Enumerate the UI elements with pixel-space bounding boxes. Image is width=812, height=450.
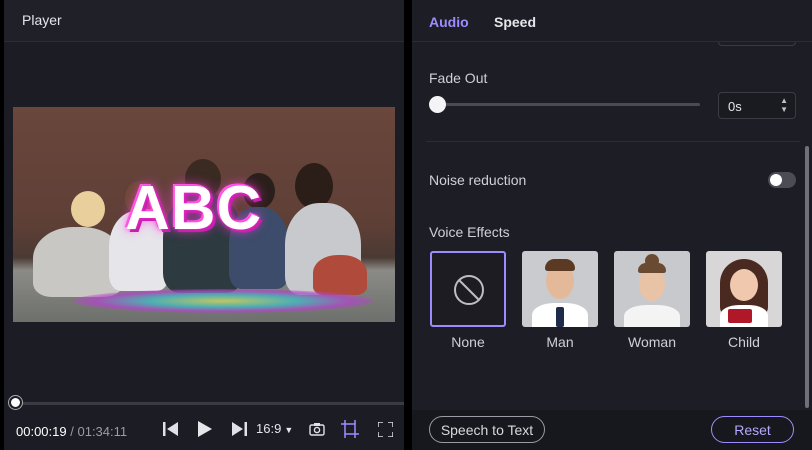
- aspect-ratio-value: 16:9: [256, 421, 282, 436]
- crop-button[interactable]: [340, 418, 360, 440]
- panel-scrollbar[interactable]: [805, 146, 809, 408]
- player-header: Player: [4, 0, 404, 42]
- previous-frame-button[interactable]: [162, 418, 180, 440]
- fullscreen-icon: [377, 421, 393, 437]
- voice-effect-woman[interactable]: [614, 251, 690, 327]
- noise-reduction-label: Noise reduction: [429, 172, 527, 188]
- next-frame-button[interactable]: [230, 418, 248, 440]
- man-hair: [545, 259, 575, 271]
- audio-settings-panel: Audio Speed Fade Out 0s ▲ ▼ Noise reducti…: [412, 0, 812, 450]
- voice-effects-label: Voice Effects: [429, 224, 510, 240]
- tab-bar: Audio Speed: [412, 0, 812, 42]
- fade-out-slider-track[interactable]: [436, 103, 700, 106]
- caret-down-icon: ▼: [284, 425, 294, 435]
- aspect-ratio-select[interactable]: 16:9 ▼: [256, 421, 293, 436]
- fade-out-value: 0s: [728, 99, 742, 114]
- camera-icon: [309, 423, 325, 436]
- player-title: Player: [22, 12, 62, 28]
- child-figure: [71, 191, 105, 227]
- voice-effect-man-label: Man: [546, 334, 574, 350]
- fade-out-label: Fade Out: [429, 70, 488, 86]
- video-overlay-text: ABC: [125, 174, 263, 243]
- time-readout: 00:00:19 / 01:34:11: [16, 424, 127, 439]
- voice-effect-child-label: Child: [728, 334, 760, 350]
- speech-to-text-button[interactable]: Speech to Text: [429, 416, 545, 443]
- child-figure: [313, 255, 367, 295]
- snapshot-button[interactable]: [308, 418, 326, 440]
- panel-divider: [404, 0, 412, 450]
- child-face: [730, 269, 758, 301]
- timeline-track[interactable]: [12, 402, 404, 405]
- chalk-drawing: [73, 289, 373, 313]
- fullscreen-button[interactable]: [376, 418, 394, 440]
- stepper-arrows-icon[interactable]: ▲ ▼: [780, 96, 788, 114]
- man-tie: [556, 307, 564, 327]
- previous-field-edge: [718, 42, 796, 46]
- player-panel: Player ABC 00:00:19 / 01:34:11 16:9 ▼: [4, 0, 404, 450]
- voice-effect-man[interactable]: [522, 251, 598, 327]
- woman-avatar: [624, 305, 680, 327]
- crop-icon: [341, 420, 359, 438]
- tab-audio[interactable]: Audio: [429, 14, 469, 30]
- current-time: 00:00:19: [16, 424, 67, 439]
- next-frame-icon: [232, 422, 247, 436]
- tab-speed[interactable]: Speed: [494, 14, 536, 30]
- video-preview[interactable]: ABC: [13, 107, 395, 322]
- voice-effect-woman-label: Woman: [628, 334, 676, 350]
- reset-button[interactable]: Reset: [711, 416, 794, 443]
- fade-out-stepper[interactable]: 0s ▲ ▼: [718, 92, 796, 119]
- previous-frame-icon: [163, 422, 178, 436]
- time-separator: /: [70, 424, 74, 439]
- voice-effect-none-label: None: [451, 334, 485, 350]
- woman-hair: [638, 263, 666, 273]
- section-divider: [426, 141, 800, 142]
- total-time: 01:34:11: [77, 424, 128, 439]
- toggle-knob: [770, 174, 782, 186]
- no-effect-icon: [454, 275, 484, 305]
- play-button[interactable]: [196, 418, 214, 440]
- voice-effect-none[interactable]: [430, 251, 506, 327]
- fade-out-slider-knob[interactable]: [429, 96, 446, 113]
- voice-effect-child[interactable]: [706, 251, 782, 327]
- play-icon: [198, 421, 212, 437]
- child-book: [728, 309, 752, 323]
- noise-reduction-toggle[interactable]: [768, 172, 796, 188]
- timeline-playhead[interactable]: [8, 396, 22, 409]
